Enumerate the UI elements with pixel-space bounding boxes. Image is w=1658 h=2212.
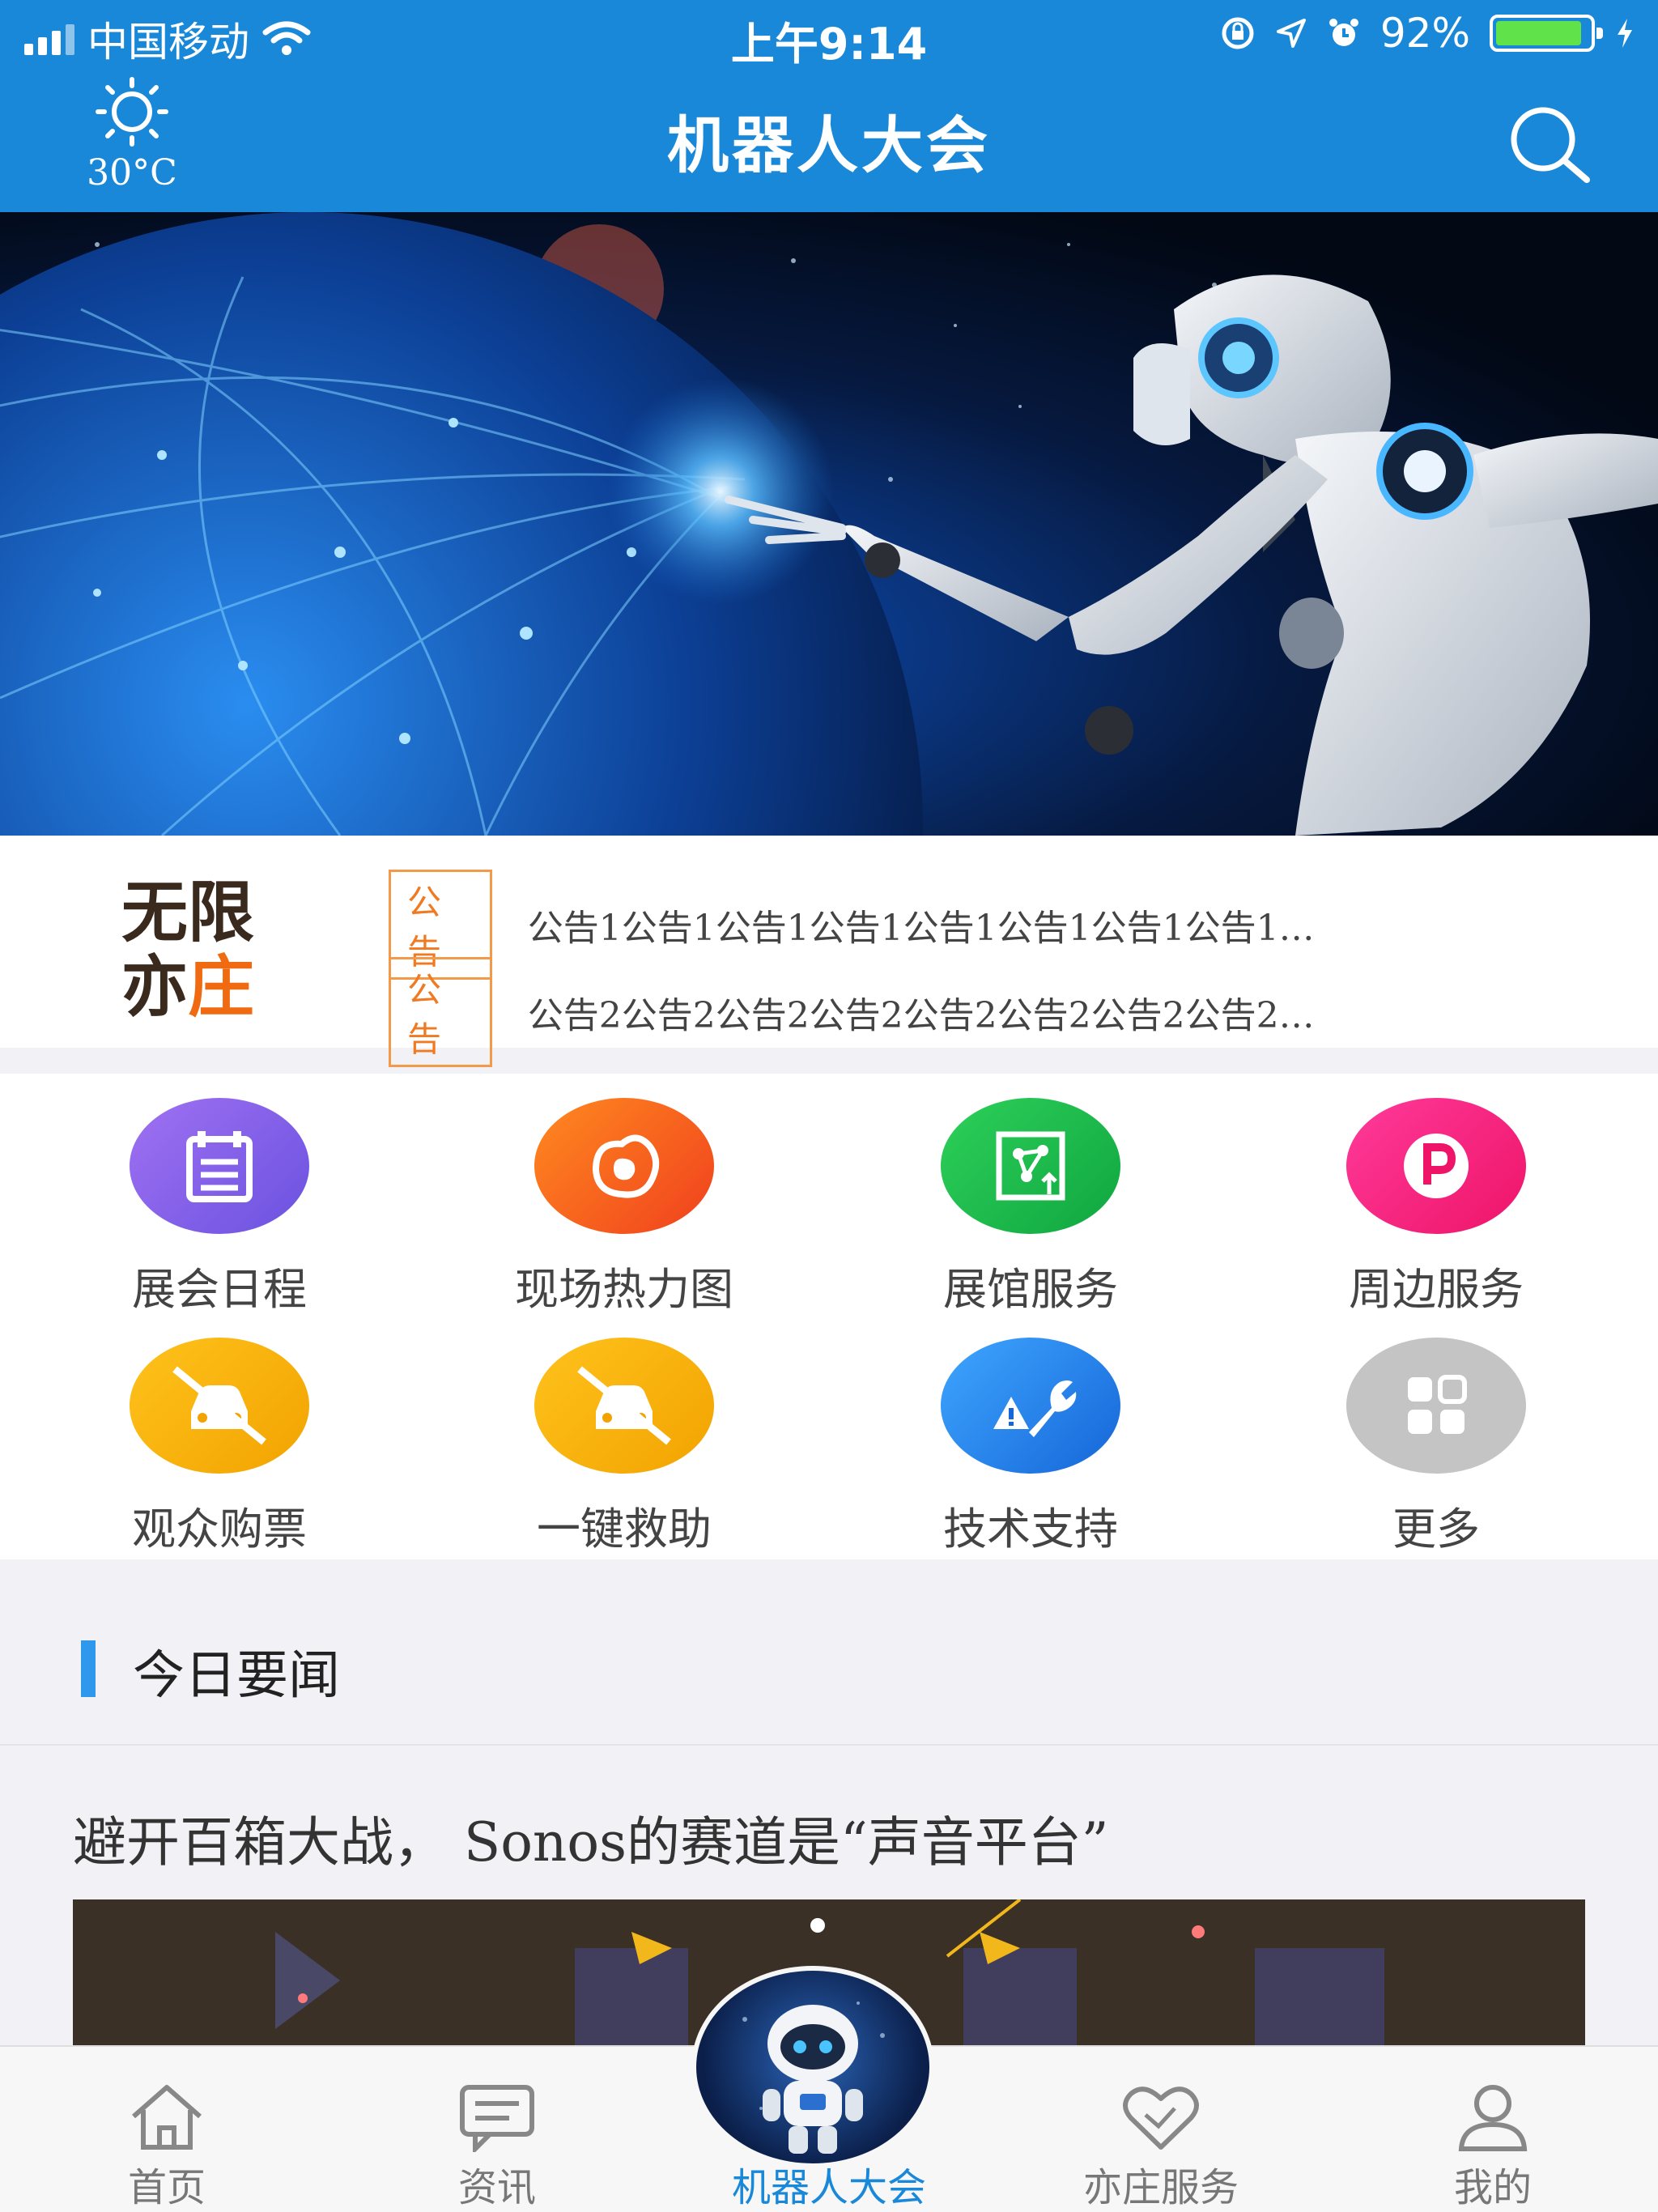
tab-label: 首页 (127, 2165, 206, 2210)
notice-text: 公告2公告2公告2公告2公告2公告2公告2公告2… (527, 995, 1315, 1036)
banner-image (0, 212, 1658, 836)
tab-home[interactable]: 首页 (62, 2047, 272, 2212)
service-grid: 展会日程 现场热力图 展馆服务 周边服务 观众购票 一键救助 技术支持 更多 (0, 1074, 1658, 1559)
service-exhibition-schedule[interactable]: 展会日程 (12, 1098, 427, 1317)
service-label: 观众购票 (132, 1504, 307, 1555)
tab-yizhuang-services[interactable]: 亦庄服务 (1056, 2047, 1266, 2212)
message-icon (460, 2085, 534, 2152)
battery-icon (1490, 15, 1603, 52)
tab-news[interactable]: 资讯 (392, 2047, 602, 2212)
service-heatmap[interactable]: 现场热力图 (417, 1098, 831, 1317)
location-icon (1276, 19, 1306, 48)
hero-banner[interactable] (0, 212, 1658, 836)
home-icon (132, 2085, 202, 2150)
service-more[interactable]: 更多 (1229, 1338, 1643, 1557)
section-title: 今日要闻 (133, 1646, 340, 1706)
tab-label: 我的 (1453, 2165, 1532, 2210)
service-label: 技术支持 (943, 1504, 1118, 1555)
charging-icon (1618, 19, 1632, 48)
service-label: 更多 (1392, 1504, 1480, 1555)
robot-center-button[interactable] (691, 1966, 934, 2168)
battery-fill (1496, 21, 1581, 45)
no-car-icon (130, 1338, 309, 1474)
notice-tag: 公告 (389, 957, 492, 1067)
tab-label: 资讯 (457, 2165, 536, 2210)
service-venue[interactable]: 展馆服务 (823, 1098, 1238, 1317)
venue-icon (941, 1098, 1120, 1234)
battery-percent: 92% (1380, 10, 1470, 57)
heart-handshake-icon (1123, 2087, 1199, 2150)
news-title[interactable]: 避开百箱大战， Sonos的赛道是“声音平台” (73, 1799, 1109, 1877)
search-button[interactable] (1496, 104, 1601, 185)
notice-item[interactable]: 公告 公告2公告2公告2公告2公告2公告2公告2公告2… (389, 957, 1658, 1067)
no-car-icon (534, 1338, 714, 1474)
service-label: 展馆服务 (943, 1264, 1118, 1315)
parking-icon (1346, 1098, 1526, 1234)
notice-section: 无限 亦庄 公告 公告1公告1公告1公告1公告1公告1公告1公告1… 公告 公告… (0, 836, 1658, 1067)
news-section-header: 今日要闻 (0, 1559, 1658, 1746)
page-title: 机器人大会 (667, 109, 991, 181)
service-tech-support[interactable]: 技术支持 (823, 1338, 1238, 1557)
heatmap-icon (534, 1098, 714, 1234)
status-right: 92% (1220, 10, 1635, 57)
more-grid-icon (1346, 1338, 1526, 1474)
service-label: 现场热力图 (515, 1264, 733, 1315)
notice-text: 公告1公告1公告1公告1公告1公告1公告1公告1… (527, 908, 1315, 949)
service-buy-ticket[interactable]: 观众购票 (12, 1338, 427, 1557)
tab-label: 亦庄服务 (1082, 2165, 1239, 2210)
top-bar: 中国移动 上午9:14 92% 30°C 机器人大会 (0, 0, 1658, 212)
robot-icon (742, 2001, 885, 2154)
service-one-click-rescue[interactable]: 一键救助 (417, 1338, 831, 1557)
service-label: 一键救助 (537, 1504, 712, 1555)
tab-me[interactable]: 我的 (1388, 2047, 1598, 2212)
calendar-icon (130, 1098, 309, 1234)
section-accent-bar (81, 1640, 96, 1697)
search-icon (1511, 107, 1590, 183)
service-label: 周边服务 (1349, 1264, 1524, 1315)
wrench-icon (941, 1338, 1120, 1474)
service-nearby[interactable]: 周边服务 (1229, 1098, 1643, 1317)
service-label: 展会日程 (132, 1264, 307, 1315)
rotation-lock-icon (1222, 17, 1254, 49)
user-icon (1458, 2085, 1528, 2151)
yizhuang-logo: 无限 亦庄 (121, 874, 255, 1026)
alarm-icon (1329, 19, 1358, 46)
status-bar: 中国移动 上午9:14 92% (0, 0, 1658, 70)
